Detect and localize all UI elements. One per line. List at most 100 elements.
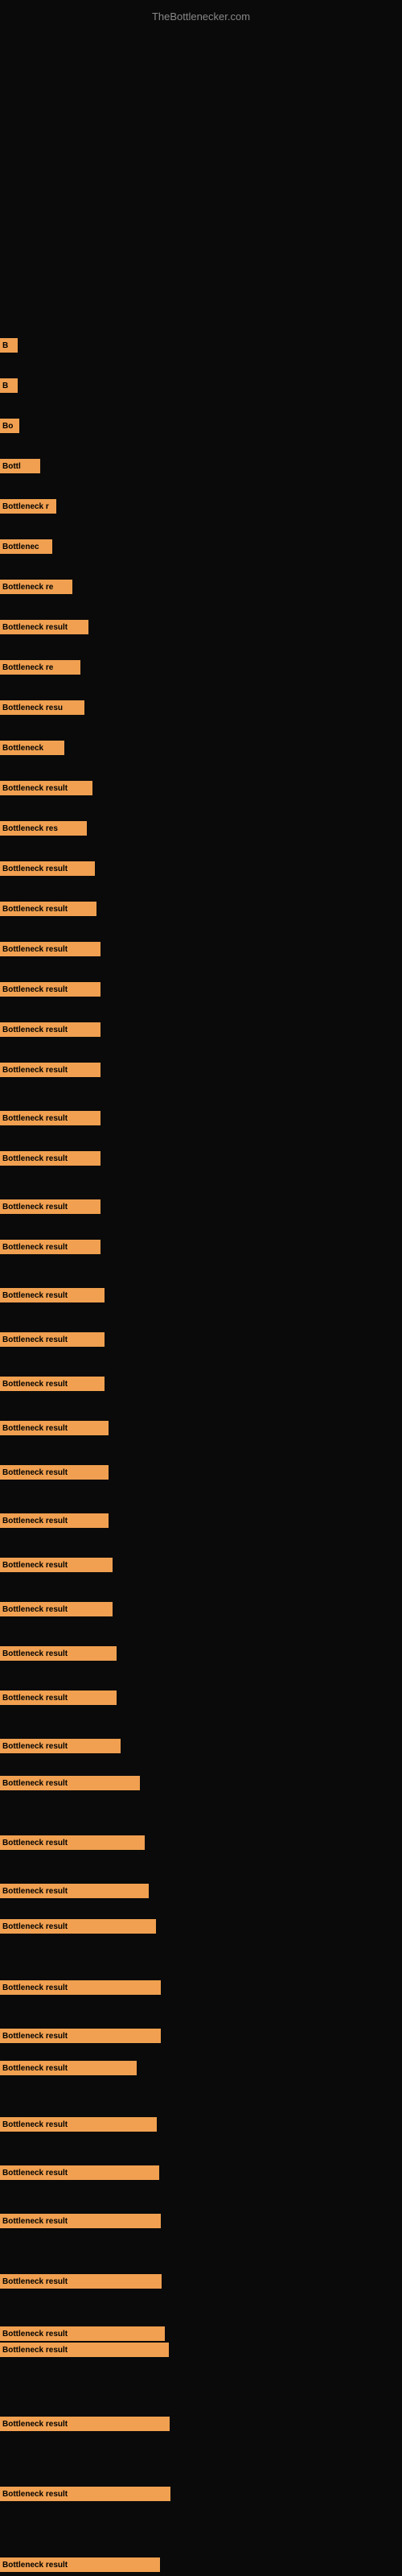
bar-row: Bottleneck re bbox=[0, 660, 402, 675]
bar-row: Bottleneck result bbox=[0, 942, 402, 956]
bar-row: Bottleneck re bbox=[0, 580, 402, 594]
bar-label: Bottleneck result bbox=[0, 1739, 121, 1753]
bar-label: Bottleneck result bbox=[0, 1465, 109, 1480]
bar-row: Bottleneck result bbox=[0, 1240, 402, 1254]
bar-label: Bottleneck result bbox=[0, 1022, 100, 1037]
bar-label: Bottleneck result bbox=[0, 2165, 159, 2180]
bar-label: B bbox=[0, 338, 18, 353]
bar-row: Bottleneck result bbox=[0, 1884, 402, 1898]
bar-row: Bottleneck result bbox=[0, 2165, 402, 2180]
bar-label: B bbox=[0, 378, 18, 393]
bar-label: Bottleneck result bbox=[0, 1776, 140, 1790]
bar-label: Bottleneck result bbox=[0, 2274, 162, 2289]
bar-label: Bottleneck re bbox=[0, 580, 72, 594]
bar-row: Bottleneck result bbox=[0, 1980, 402, 1995]
bar-label: Bottleneck result bbox=[0, 1421, 109, 1435]
bar-label: Bottleneck result bbox=[0, 1240, 100, 1254]
bar-row: Bottleneck result bbox=[0, 1288, 402, 1302]
bar-row: Bottleneck resu bbox=[0, 700, 402, 715]
bar-label: Bottleneck result bbox=[0, 2061, 137, 2075]
bar-row: Bottleneck r bbox=[0, 499, 402, 514]
bar-row: Bottleneck result bbox=[0, 1513, 402, 1528]
bar-label: Bottleneck result bbox=[0, 1646, 117, 1661]
site-title: TheBottlenecker.com bbox=[0, 4, 402, 29]
bar-label: Bottleneck r bbox=[0, 499, 56, 514]
bar-row: Bottleneck result bbox=[0, 2343, 402, 2357]
bar-row: Bottleneck result bbox=[0, 2029, 402, 2043]
bar-row: Bottleneck result bbox=[0, 1199, 402, 1214]
bar-label: Bottleneck result bbox=[0, 1199, 100, 1214]
bar-row: Bottleneck result bbox=[0, 1111, 402, 1125]
bar-label: Bottleneck bbox=[0, 741, 64, 755]
bar-row: Bottleneck result bbox=[0, 781, 402, 795]
bar-label: Bottleneck res bbox=[0, 821, 87, 836]
bar-label: Bottleneck result bbox=[0, 1151, 100, 1166]
bar-label: Bottleneck result bbox=[0, 1063, 100, 1077]
bar-label: Bottleneck result bbox=[0, 1513, 109, 1528]
bar-row: Bottleneck result bbox=[0, 2487, 402, 2501]
bar-label: Bottleneck resu bbox=[0, 700, 84, 715]
bar-label: Bottleneck result bbox=[0, 781, 92, 795]
bar-label: Bottleneck result bbox=[0, 2117, 157, 2132]
bar-row: B bbox=[0, 378, 402, 393]
bar-row: Bottleneck result bbox=[0, 1776, 402, 1790]
bar-row: Bottleneck result bbox=[0, 1602, 402, 1616]
bar-row: Bottleneck result bbox=[0, 861, 402, 876]
bar-row: Bottl bbox=[0, 459, 402, 473]
bar-label: Bottleneck result bbox=[0, 1602, 113, 1616]
bar-label: Bottleneck result bbox=[0, 1288, 105, 1302]
bar-row: Bottleneck result bbox=[0, 2417, 402, 2431]
bar-row: Bottleneck result bbox=[0, 1739, 402, 1753]
bar-row: Bottleneck result bbox=[0, 1558, 402, 1572]
bar-row: Bottleneck res bbox=[0, 821, 402, 836]
bar-row: Bottleneck result bbox=[0, 2061, 402, 2075]
bar-label: Bottleneck result bbox=[0, 1332, 105, 1347]
bar-label: Bottleneck result bbox=[0, 982, 100, 997]
bar-label: Bottleneck result bbox=[0, 942, 100, 956]
bar-row: Bottleneck result bbox=[0, 1151, 402, 1166]
bar-label: Bottleneck result bbox=[0, 2326, 165, 2341]
bar-row: Bottleneck result bbox=[0, 1646, 402, 1661]
bar-label: Bottleneck result bbox=[0, 2029, 161, 2043]
bar-label: Bottlenec bbox=[0, 539, 52, 554]
bar-row: Bo bbox=[0, 419, 402, 433]
bar-row: Bottleneck result bbox=[0, 2326, 402, 2341]
bar-row: B bbox=[0, 338, 402, 353]
bar-row: Bottlenec bbox=[0, 539, 402, 554]
bar-row: Bottleneck result bbox=[0, 1377, 402, 1391]
bar-row: Bottleneck result bbox=[0, 2274, 402, 2289]
bar-row: Bottleneck result bbox=[0, 620, 402, 634]
bar-label: Bottleneck result bbox=[0, 2417, 170, 2431]
bar-label: Bottleneck result bbox=[0, 2557, 160, 2572]
bar-label: Bottleneck result bbox=[0, 620, 88, 634]
bar-label: Bottleneck result bbox=[0, 1980, 161, 1995]
bar-label: Bottleneck re bbox=[0, 660, 80, 675]
bar-label: Bottleneck result bbox=[0, 861, 95, 876]
bar-row: Bottleneck result bbox=[0, 1919, 402, 1934]
bar-row: Bottleneck result bbox=[0, 1465, 402, 1480]
bar-row: Bottleneck result bbox=[0, 1063, 402, 1077]
bar-label: Bottleneck result bbox=[0, 1884, 149, 1898]
bar-label: Bottleneck result bbox=[0, 902, 96, 916]
bar-row: Bottleneck result bbox=[0, 1332, 402, 1347]
bar-label: Bottleneck result bbox=[0, 1558, 113, 1572]
bar-label: Bottl bbox=[0, 459, 40, 473]
bar-label: Bottleneck result bbox=[0, 1377, 105, 1391]
bar-label: Bottleneck result bbox=[0, 2214, 161, 2228]
bar-row: Bottleneck result bbox=[0, 1022, 402, 1037]
bar-label: Bottleneck result bbox=[0, 1111, 100, 1125]
bar-label: Bottleneck result bbox=[0, 1835, 145, 1850]
bar-row: Bottleneck result bbox=[0, 1690, 402, 1705]
bar-row: Bottleneck result bbox=[0, 1835, 402, 1850]
bar-label: Bottleneck result bbox=[0, 1690, 117, 1705]
bar-label: Bottleneck result bbox=[0, 2487, 170, 2501]
bar-label: Bo bbox=[0, 419, 19, 433]
bar-row: Bottleneck result bbox=[0, 902, 402, 916]
bar-label: Bottleneck result bbox=[0, 1919, 156, 1934]
bar-label: Bottleneck result bbox=[0, 2343, 169, 2357]
bar-row: Bottleneck result bbox=[0, 982, 402, 997]
bar-row: Bottleneck result bbox=[0, 2557, 402, 2572]
bar-row: Bottleneck result bbox=[0, 2214, 402, 2228]
bar-row: Bottleneck result bbox=[0, 2117, 402, 2132]
bar-row: Bottleneck result bbox=[0, 1421, 402, 1435]
